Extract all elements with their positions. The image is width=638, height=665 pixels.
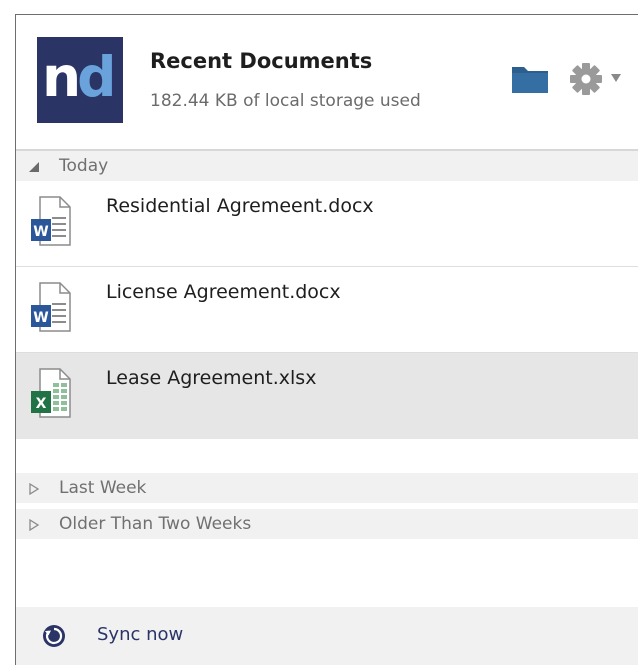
group-header-older-than-two-weeks[interactable]: Older Than Two Weeks xyxy=(16,509,638,539)
group-label: Last Week xyxy=(59,478,147,498)
document-name: License Agreement.docx xyxy=(106,281,341,303)
document-name: Residential Agremeent.docx xyxy=(106,195,374,217)
word-document-icon: W xyxy=(31,196,71,246)
document-row[interactable]: W License Agreement.docx xyxy=(16,267,638,353)
recent-documents-panel: nd Recent Documents 182.44 KB of local s… xyxy=(15,14,638,665)
sync-icon xyxy=(43,625,65,647)
logo-letter-n: n xyxy=(42,45,81,109)
document-name: Lease Agreement.xlsx xyxy=(106,367,317,389)
panel-footer: Sync now xyxy=(16,607,638,665)
chevron-down-icon xyxy=(611,74,621,82)
sync-now-label: Sync now xyxy=(97,624,184,645)
open-folder-button[interactable] xyxy=(510,61,550,97)
word-document-icon: W xyxy=(31,282,71,332)
collapsed-triangle-icon xyxy=(29,483,40,495)
logo-letter-d: d xyxy=(77,45,116,109)
gear-icon xyxy=(570,63,602,95)
folder-icon xyxy=(512,67,548,93)
expanded-triangle-icon xyxy=(29,162,39,172)
collapsed-triangle-icon xyxy=(29,519,40,531)
page-title: Recent Documents xyxy=(150,49,373,73)
svg-text:X: X xyxy=(36,396,47,412)
group-label: Older Than Two Weeks xyxy=(59,514,252,534)
settings-menu-button[interactable] xyxy=(566,59,624,99)
document-row-selected[interactable]: X Lease Agreement.xlsx xyxy=(16,353,638,439)
group-label: Today xyxy=(59,156,109,176)
document-row[interactable]: W Residential Agremeent.docx xyxy=(16,181,638,267)
svg-text:W: W xyxy=(33,224,48,240)
excel-spreadsheet-icon: X xyxy=(31,368,71,418)
svg-text:W: W xyxy=(33,310,48,326)
panel-header: nd Recent Documents 182.44 KB of local s… xyxy=(16,15,638,149)
group-header-last-week[interactable]: Last Week xyxy=(16,473,638,503)
app-logo: nd xyxy=(37,37,123,123)
logo-text: nd xyxy=(42,45,117,109)
group-header-today[interactable]: Today xyxy=(16,151,638,181)
storage-status: 182.44 KB of local storage used xyxy=(150,91,421,111)
